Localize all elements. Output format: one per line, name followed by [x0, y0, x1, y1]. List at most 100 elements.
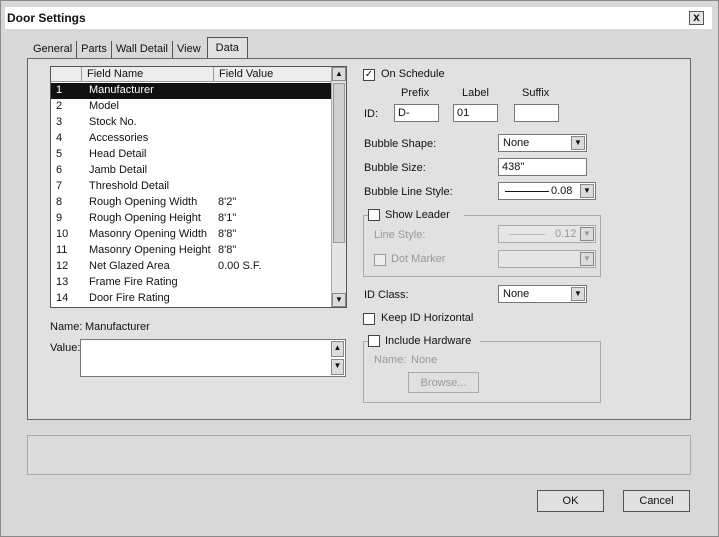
row-field-name: Masonry Opening Height [89, 244, 211, 256]
field-row[interactable]: 14 Door Fire Rating [51, 291, 332, 307]
row-number: 2 [56, 100, 63, 112]
field-row[interactable]: 10 Masonry Opening Width 8'8" [51, 227, 332, 243]
row-field-name: Net Glazed Area [89, 260, 170, 272]
row-field-name: Model [89, 100, 119, 112]
id-label: ID: [364, 108, 379, 120]
chevron-down-icon[interactable]: ▼ [571, 287, 585, 301]
leader-line-style-value: 0.12 [555, 228, 577, 240]
hardware-name-value: None [411, 354, 438, 366]
row-field-value: 8'2" [218, 196, 237, 208]
field-name-header[interactable]: Field Name [87, 68, 143, 80]
value-scroll-up-icon[interactable]: ▲ [331, 341, 344, 357]
bubble-shape-label: Bubble Shape: [364, 138, 437, 150]
row-number: 5 [56, 148, 63, 160]
row-field-name: Head Detail [89, 148, 147, 160]
chevron-down-icon[interactable]: ▼ [580, 184, 594, 198]
row-number: 3 [56, 116, 63, 128]
field-row[interactable]: 3 Stock No. [51, 115, 332, 131]
include-hardware-label: Include Hardware [385, 335, 472, 347]
row-field-value: 0.00 S.F. [218, 260, 262, 272]
tab-general[interactable]: General [29, 41, 78, 59]
show-leader-label: Show Leader [385, 209, 450, 221]
title-bar: Door Settings x [5, 7, 712, 29]
row-field-value: 8'1" [218, 212, 237, 224]
id-class-select[interactable]: None ▼ [498, 285, 587, 303]
field-list[interactable]: Field Name Field Value 1 Manufacturer 2 … [50, 66, 347, 308]
row-number: 13 [56, 276, 69, 288]
field-row[interactable]: 6 Jamb Detail [51, 163, 332, 179]
row-field-name: Frame Fire Rating [89, 276, 178, 288]
leader-line-style-select[interactable]: 0.12 ▼ [498, 225, 596, 243]
chevron-down-icon[interactable]: ▼ [571, 136, 585, 150]
row-number: 12 [56, 260, 69, 272]
cancel-button[interactable]: Cancel [623, 490, 690, 512]
id-label-input[interactable]: 01 [453, 104, 498, 122]
hardware-name-label: Name: [374, 354, 407, 366]
id-class-value: None [503, 288, 530, 300]
tab-strip: General Parts Wall Detail View Data [29, 37, 248, 59]
bubble-shape-select[interactable]: None ▼ [498, 134, 587, 152]
name-value: Manufacturer [85, 321, 150, 333]
field-row[interactable]: 9 Rough Opening Height 8'1" [51, 211, 332, 227]
keep-id-horizontal-label: Keep ID Horizontal [381, 312, 474, 324]
show-leader-checkbox[interactable] [368, 209, 380, 221]
window-title: Door Settings [7, 11, 86, 25]
dot-marker-checkbox[interactable] [374, 254, 386, 266]
bubble-size-input[interactable]: 438" [498, 158, 587, 176]
row-field-value: 8'8" [218, 244, 237, 256]
tab-view[interactable]: View [173, 41, 205, 59]
prefix-label: Prefix [401, 87, 430, 99]
field-row[interactable]: 7 Threshold Detail [51, 179, 332, 195]
keep-id-horizontal-checkbox[interactable] [363, 313, 375, 325]
field-row[interactable]: 13 Frame Fire Rating [51, 275, 332, 291]
value-scroll-down-icon[interactable]: ▼ [331, 359, 344, 375]
dot-marker-select[interactable]: ▼ [498, 250, 596, 268]
dot-marker-label: Dot Marker [391, 253, 446, 265]
tab-parts[interactable]: Parts [77, 41, 112, 59]
chevron-down-icon[interactable]: ▼ [580, 227, 594, 241]
row-field-name: Accessories [89, 132, 149, 144]
on-schedule-checkbox[interactable]: ✓ [363, 69, 375, 81]
row-field-name: Stock No. [89, 116, 137, 128]
bubble-size-label: Bubble Size: [364, 162, 426, 174]
id-suffix-input[interactable] [514, 104, 559, 122]
row-number: 8 [56, 196, 63, 208]
field-row[interactable]: 8 Rough Opening Width 8'2" [51, 195, 332, 211]
scrollbar-thumb[interactable] [333, 83, 345, 243]
field-row[interactable]: 4 Accessories [51, 131, 332, 147]
field-list-scrollbar[interactable]: ▲ ▼ [331, 67, 346, 307]
line-sample-icon [505, 191, 549, 192]
field-value-header[interactable]: Field Value [219, 68, 273, 80]
name-label: Name: [50, 321, 83, 333]
row-field-name: Rough Opening Height [89, 212, 201, 224]
line-style-label: Line Style: [374, 229, 426, 241]
row-field-name: Manufacturer [89, 84, 154, 96]
include-hardware-checkbox[interactable] [368, 335, 380, 347]
row-number: 1 [56, 84, 63, 96]
row-number: 11 [56, 244, 68, 256]
field-row[interactable]: 2 Model [51, 99, 332, 115]
ok-button[interactable]: OK [537, 490, 604, 512]
field-row[interactable]: 1 Manufacturer [51, 83, 332, 99]
scroll-up-icon[interactable]: ▲ [332, 67, 346, 81]
id-class-label: ID Class: [364, 289, 409, 301]
browse-button[interactable]: Browse... [408, 372, 479, 393]
bubble-line-style-label: Bubble Line Style: [364, 186, 453, 198]
chevron-down-icon[interactable]: ▼ [580, 252, 594, 266]
value-label: Value: [50, 342, 81, 354]
include-hardware-group [363, 334, 601, 403]
tab-wall-detail[interactable]: Wall Detail [111, 41, 173, 59]
tab-data[interactable]: Data [206, 37, 248, 59]
field-row[interactable]: 12 Net Glazed Area 0.00 S.F. [51, 259, 332, 275]
bubble-line-style-value: 0.08 [551, 185, 573, 197]
bubble-line-style-select[interactable]: 0.08 ▼ [498, 182, 596, 200]
suffix-label: Suffix [522, 87, 550, 99]
close-button[interactable]: x [689, 11, 704, 25]
scroll-down-icon[interactable]: ▼ [332, 293, 346, 307]
field-row[interactable]: 5 Head Detail [51, 147, 332, 163]
row-number: 7 [56, 180, 63, 192]
value-input[interactable]: ▲ ▼ [80, 339, 346, 377]
id-prefix-input[interactable]: D- [394, 104, 439, 122]
field-row[interactable]: 11 Masonry Opening Height 8'8" [51, 243, 332, 259]
row-field-name: Rough Opening Width [89, 196, 198, 208]
